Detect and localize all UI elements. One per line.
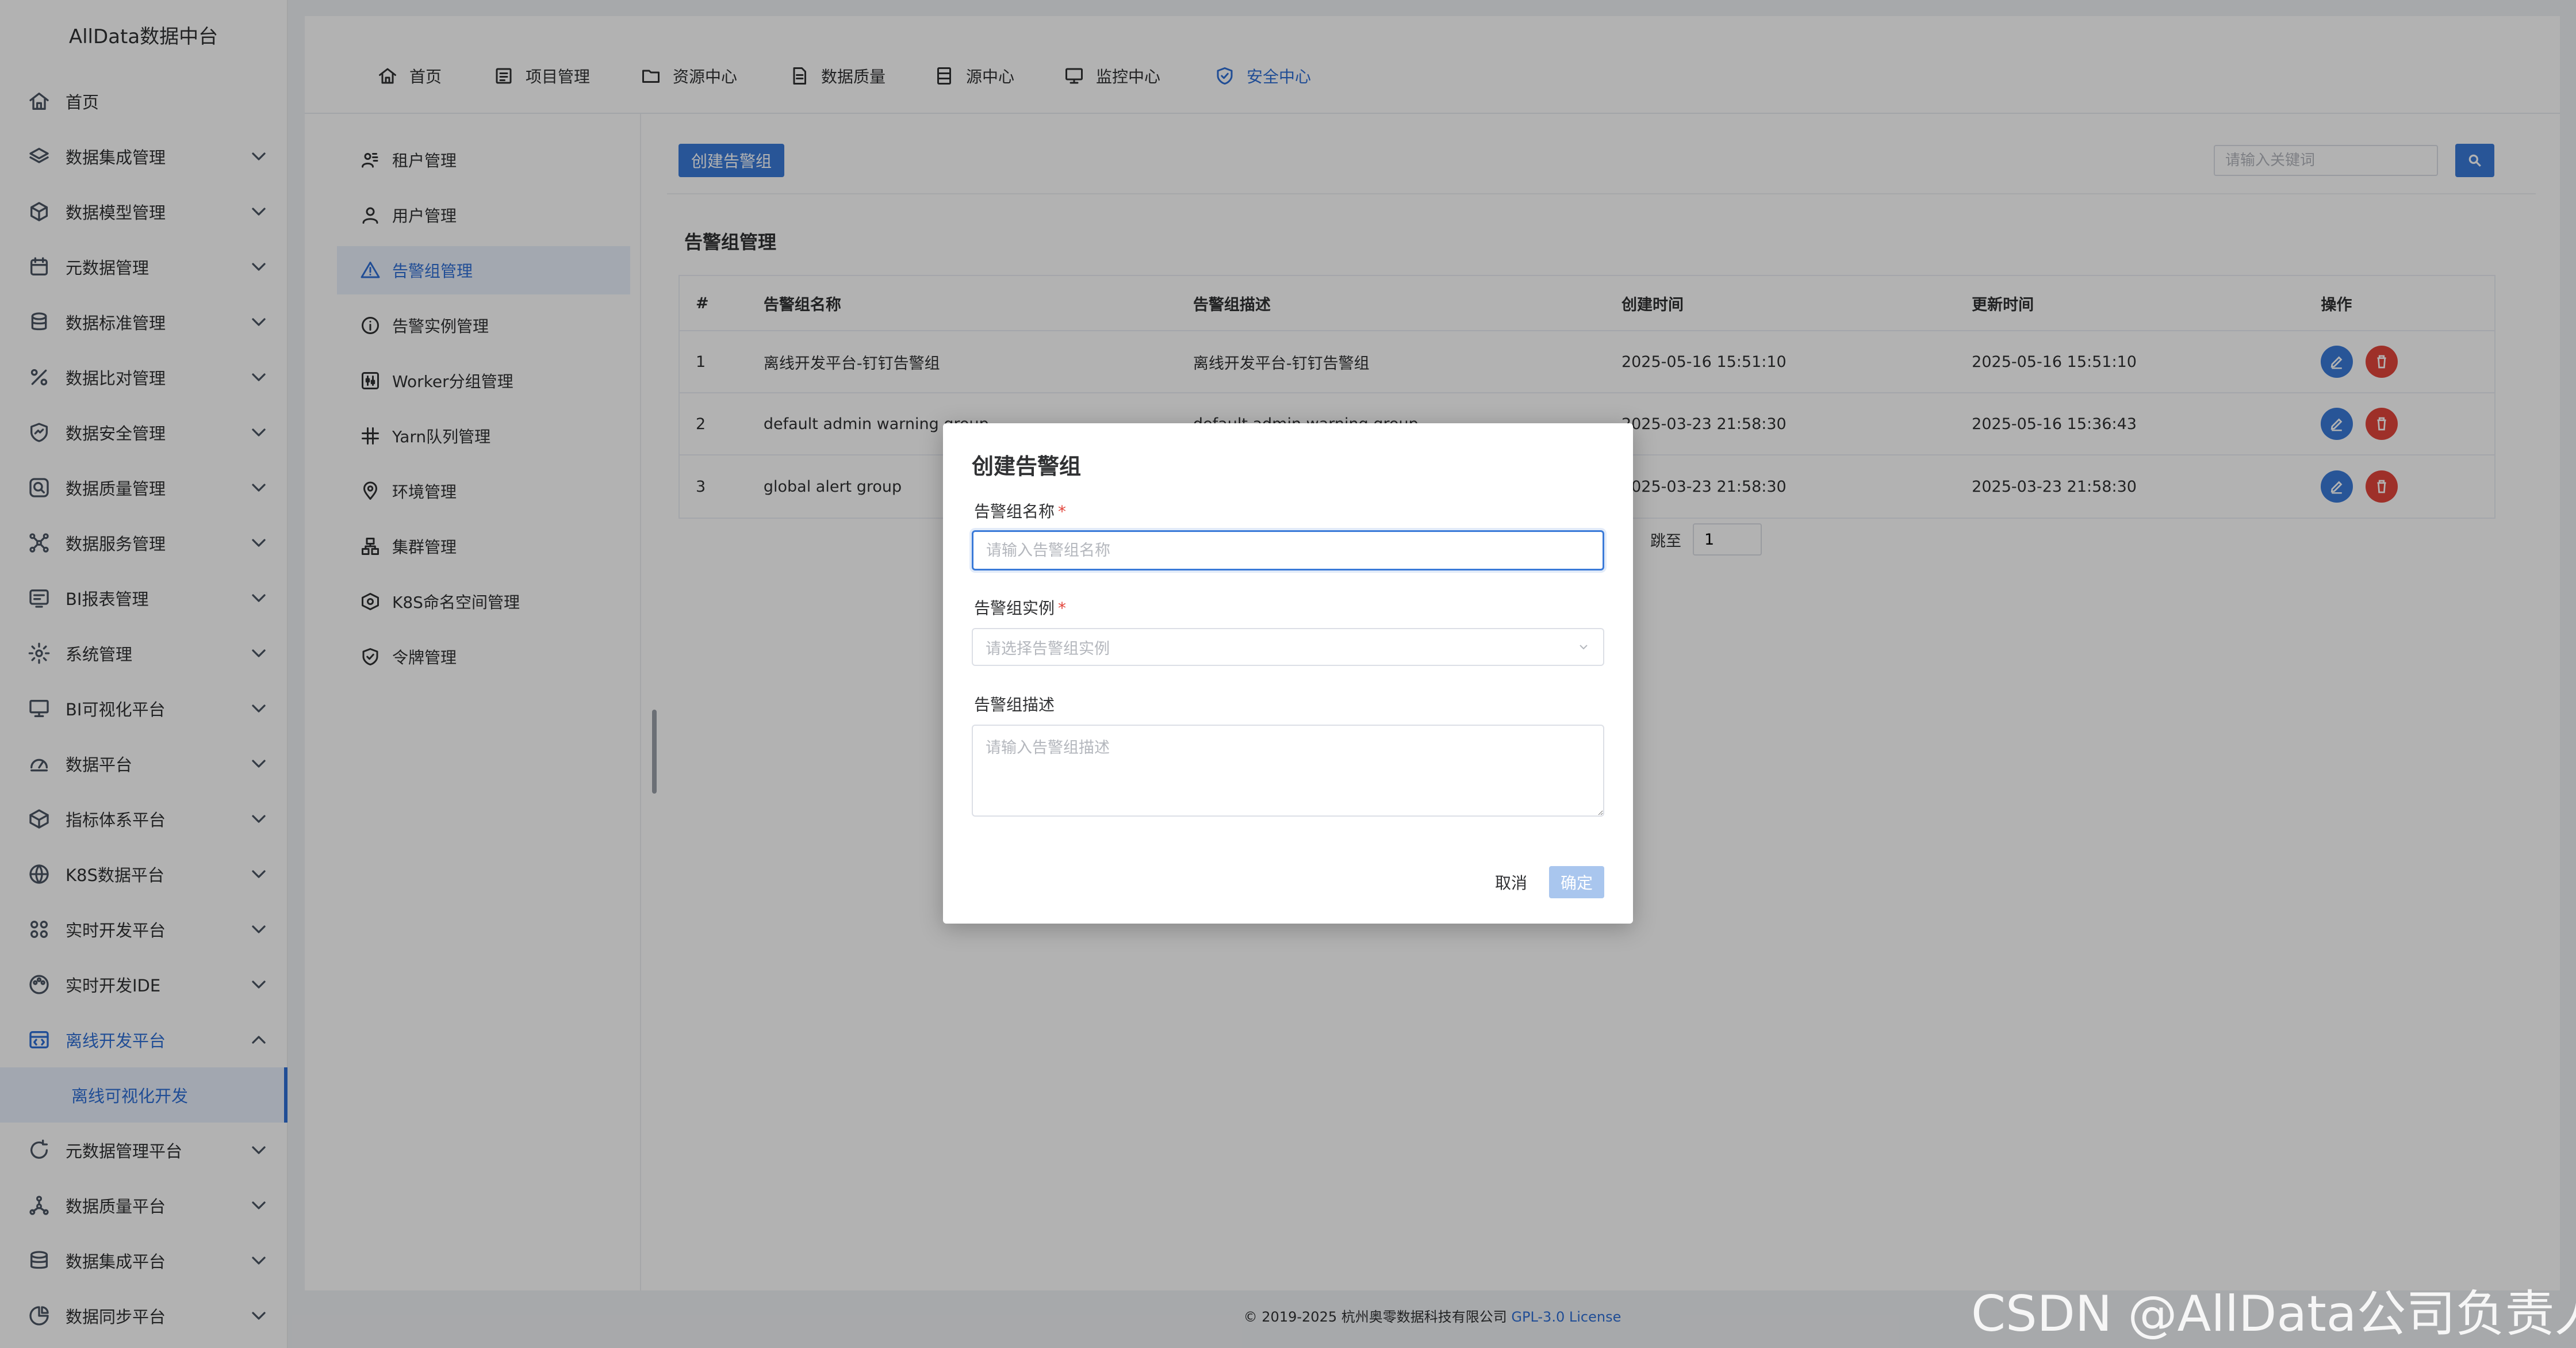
confirm-button[interactable]: 确定 [1549, 866, 1604, 898]
dialog-title: 创建告警组 [972, 454, 1082, 479]
app-root: AllData数据中台 首页 数据集成管理 数据模型管理 元数据管理 数据标准管… [0, 0, 2576, 1348]
required-mark: * [1058, 599, 1067, 618]
csdn-watermark: CSDN @AllData公司负责人 [1971, 1285, 2576, 1343]
create-alert-group-dialog: 创建告警组 告警组名称* 告警组实例* 请选择告警组实例 告警组描述 取消 确定 [943, 423, 1633, 924]
instance-field-label: 告警组实例 * [974, 596, 1066, 619]
alert-group-name-input[interactable] [972, 530, 1604, 570]
cancel-button[interactable]: 取消 [1483, 866, 1539, 898]
required-mark: * [1058, 502, 1067, 521]
chevron-down-icon [1580, 645, 1588, 650]
alert-instance-select[interactable]: 请选择告警组实例 [972, 628, 1604, 666]
select-placeholder: 请选择告警组实例 [986, 639, 1110, 658]
desc-field-label: 告警组描述 [974, 695, 1055, 714]
alert-group-description-textarea[interactable] [972, 725, 1604, 817]
instance-label-text: 告警组实例 [974, 599, 1055, 618]
name-label-text: 告警组名称 [974, 502, 1055, 521]
name-field-label: 告警组名称 * [974, 499, 1066, 522]
